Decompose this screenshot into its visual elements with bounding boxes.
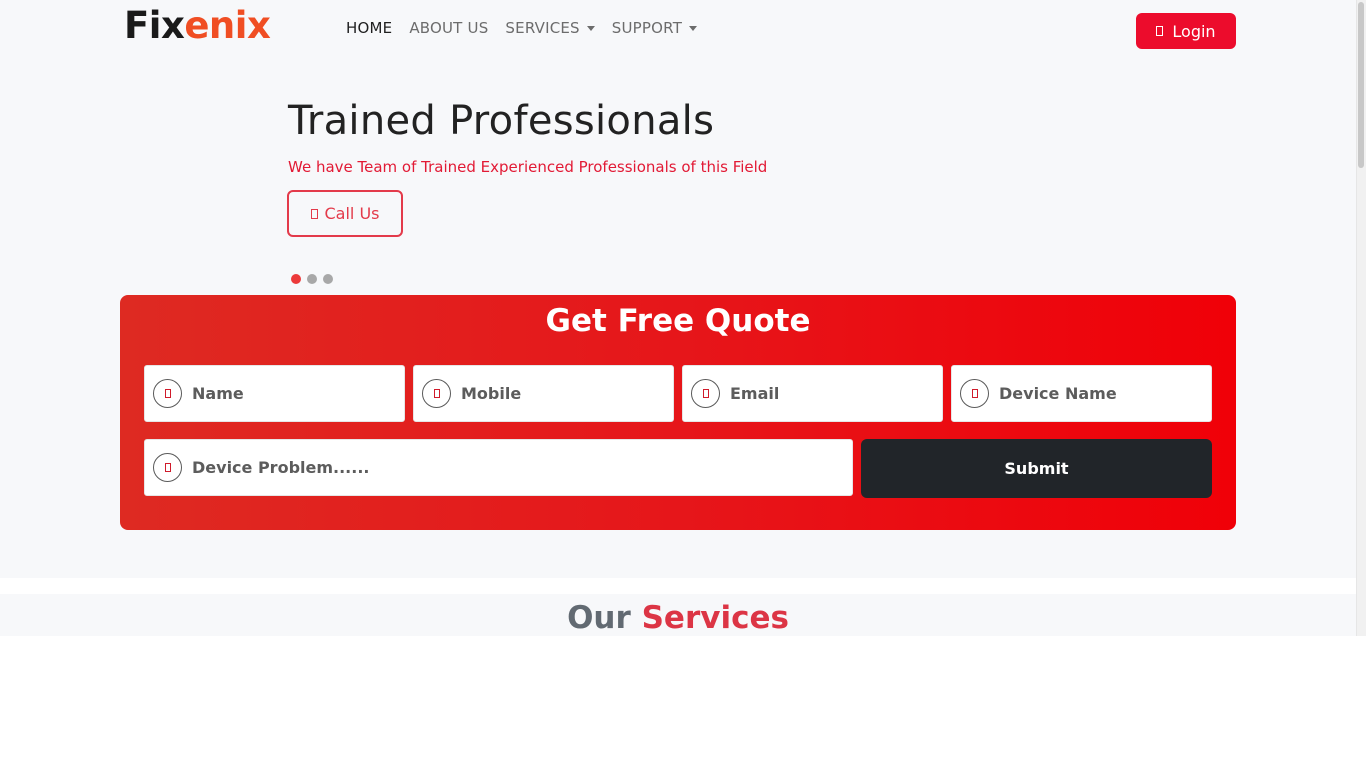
scrollbar-thumb[interactable] <box>1358 2 1364 168</box>
nav-support-dropdown[interactable]: SUPPORT <box>612 19 697 37</box>
carousel-dot-1[interactable] <box>291 274 301 284</box>
hero-title: Trained Professionals <box>288 98 714 144</box>
device-problem-field-wrap <box>144 439 853 496</box>
call-us-label: Call Us <box>325 204 380 223</box>
quote-title: Get Free Quote <box>120 303 1236 339</box>
main-nav: HOME ABOUT US SERVICES SUPPORT <box>346 19 697 37</box>
device-name-input[interactable] <box>999 384 1211 403</box>
email-input[interactable] <box>730 384 942 403</box>
nav-about-us[interactable]: ABOUT US <box>409 19 488 37</box>
email-icon <box>691 379 720 408</box>
caret-down-icon <box>587 26 595 31</box>
carousel-dot-2[interactable] <box>307 274 317 284</box>
phone-icon <box>311 209 318 219</box>
carousel-dot-3[interactable] <box>323 274 333 284</box>
login-button[interactable]: Login <box>1136 13 1236 49</box>
blank-area <box>0 636 1366 768</box>
mobile-field-wrap <box>413 365 674 422</box>
caret-down-icon <box>689 26 697 31</box>
submit-button[interactable]: Submit <box>861 439 1212 498</box>
nav-services-dropdown[interactable]: SERVICES <box>505 19 594 37</box>
carousel-indicators <box>291 274 333 284</box>
device-name-field-wrap <box>951 365 1212 422</box>
services-title: Our Services <box>0 600 1356 636</box>
wrench-icon <box>153 453 182 482</box>
name-input[interactable] <box>192 384 404 403</box>
name-field-wrap <box>144 365 405 422</box>
section-divider <box>0 578 1356 594</box>
device-problem-input[interactable] <box>192 458 852 477</box>
brand-logo[interactable]: Fixenix <box>124 4 270 48</box>
services-title-part1: Our <box>567 600 631 636</box>
brand-logo-part2: enix <box>184 4 270 47</box>
nav-home[interactable]: HOME <box>346 19 392 37</box>
free-quote-form: Get Free Quote Submit <box>120 295 1236 530</box>
nav-home-label: HOME <box>346 19 392 37</box>
device-icon <box>960 379 989 408</box>
brand-logo-part1: Fix <box>124 4 184 47</box>
nav-services-label: SERVICES <box>505 19 579 37</box>
services-title-part2: Services <box>642 600 789 636</box>
login-label: Login <box>1172 22 1215 41</box>
nav-about-label: ABOUT US <box>409 19 488 37</box>
call-us-button[interactable]: Call Us <box>287 190 403 237</box>
nav-support-label: SUPPORT <box>612 19 682 37</box>
user-icon <box>1156 26 1163 36</box>
email-field-wrap <box>682 365 943 422</box>
hero-subtitle: We have Team of Trained Experienced Prof… <box>288 158 767 176</box>
page-viewport: Fixenix HOME ABOUT US SERVICES SUPPORT L… <box>0 0 1356 636</box>
mobile-input[interactable] <box>461 384 673 403</box>
mobile-icon <box>422 379 451 408</box>
user-icon <box>153 379 182 408</box>
